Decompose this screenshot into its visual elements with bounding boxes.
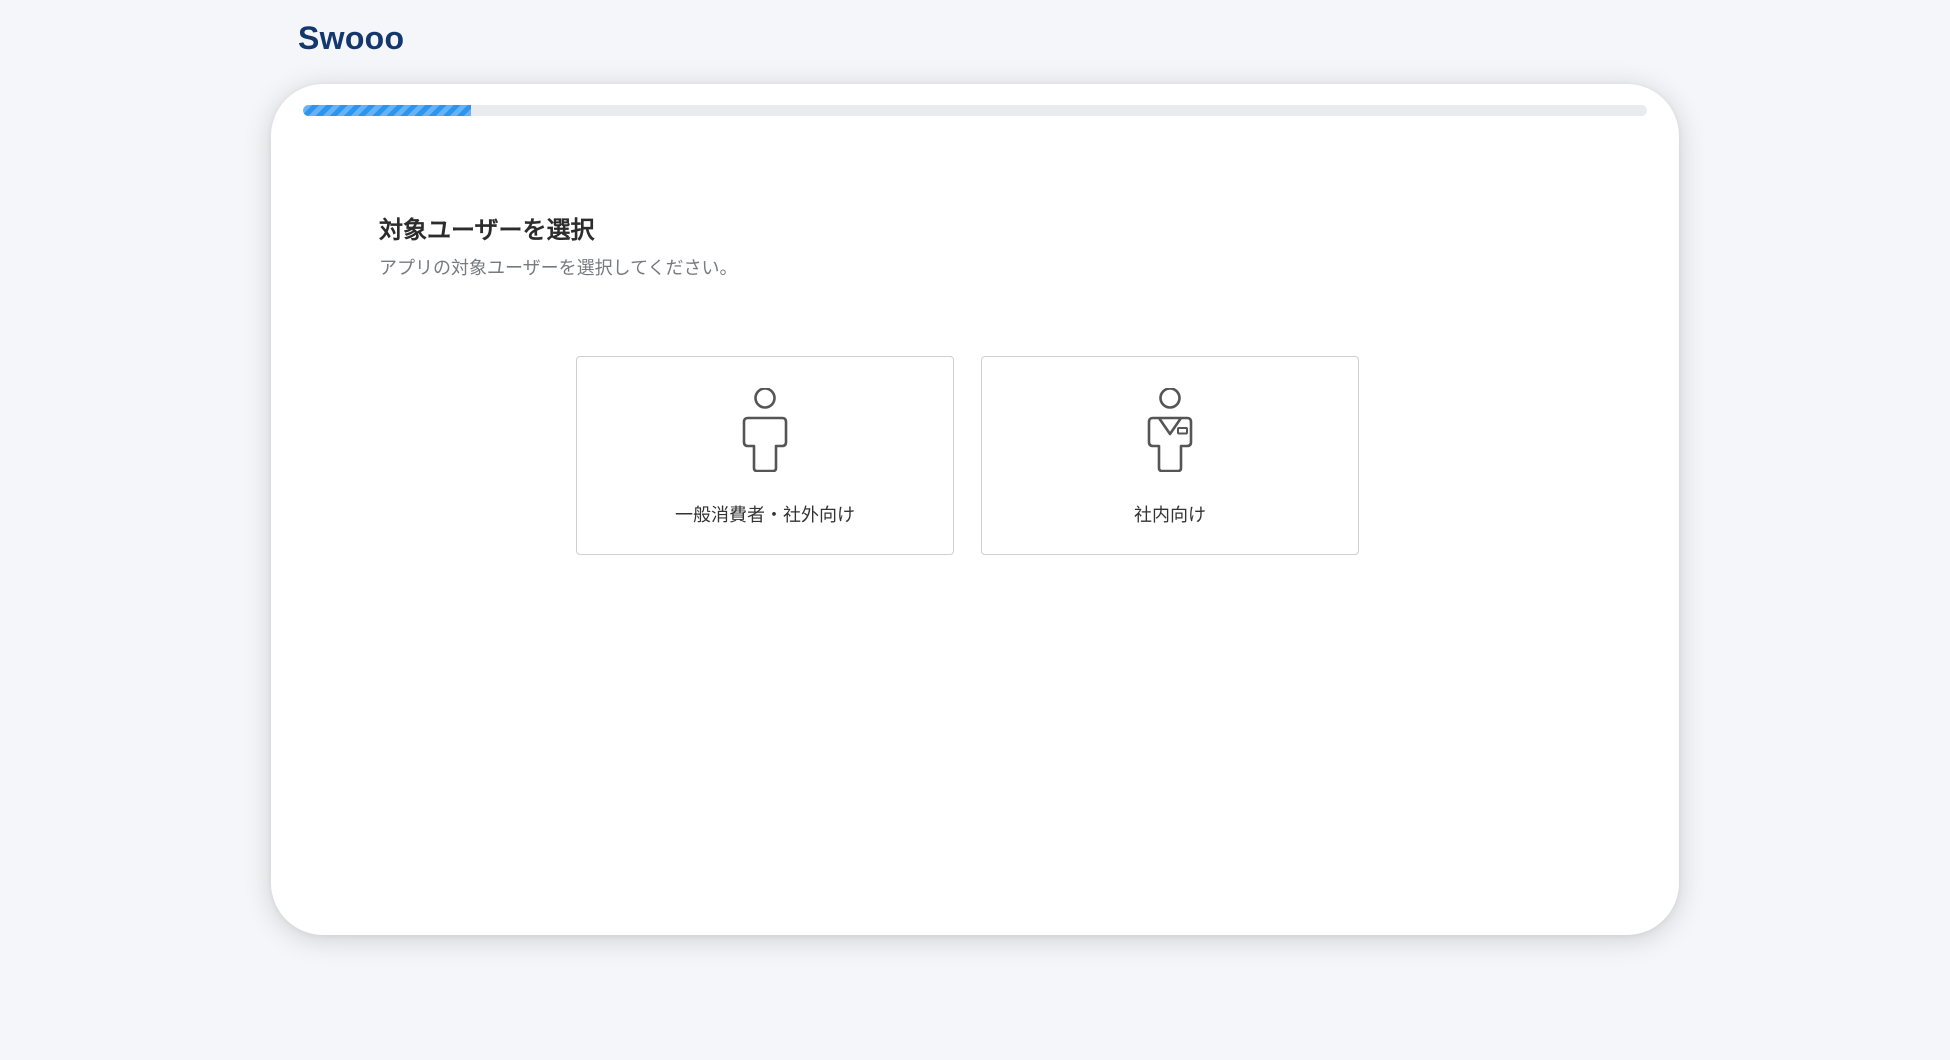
app-logo: Swooo xyxy=(298,20,405,56)
person-icon xyxy=(742,388,788,472)
step-description: アプリの対象ユーザーを選択してください。 xyxy=(379,258,738,279)
person-with-badge-icon xyxy=(1147,388,1193,472)
progress-bar xyxy=(303,105,1647,116)
option-internal[interactable]: 社内向け xyxy=(981,356,1359,555)
option-general-consumer[interactable]: 一般消費者・社外向け xyxy=(576,356,954,555)
target-user-options: 一般消費者・社外向け 社内向け xyxy=(576,356,1359,555)
option-general-consumer-label: 一般消費者・社外向け xyxy=(675,505,855,526)
wizard-card: 対象ユーザーを選択 アプリの対象ユーザーを選択してください。 一般消費者・社外向… xyxy=(271,84,1679,935)
step-title: 対象ユーザーを選択 xyxy=(379,216,595,244)
progress-bar-fill xyxy=(303,105,471,116)
option-internal-label: 社内向け xyxy=(1134,505,1206,526)
